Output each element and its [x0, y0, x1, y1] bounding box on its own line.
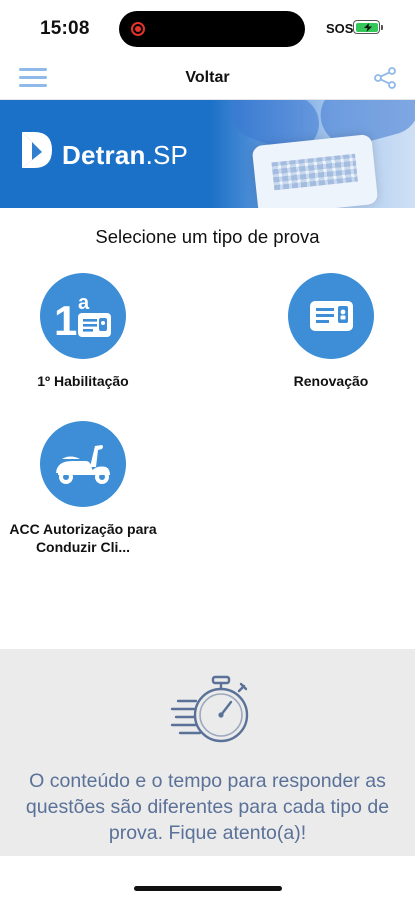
battery-tip	[381, 25, 383, 30]
dynamic-island	[119, 11, 305, 47]
status-time: 15:08	[40, 18, 90, 39]
license-card-icon	[288, 273, 374, 359]
carrier-status: SOS	[326, 21, 354, 36]
back-button[interactable]: Voltar	[0, 69, 415, 87]
exam-type-first-license[interactable]: 1 a 1º Habilitação	[0, 273, 168, 390]
section-title: Selecione um tipo de prova	[95, 226, 320, 247]
detran-logo-text: Detran.SP	[62, 140, 189, 170]
detran-logo-icon	[22, 132, 52, 168]
exam-type-acc[interactable]: ACC Autorização para Conduzir Cli...	[0, 421, 168, 556]
navigation-bar: Voltar	[0, 56, 415, 100]
home-indicator	[134, 886, 282, 891]
info-panel: O conteúdo e o tempo para responder as q…	[0, 649, 415, 856]
banner-photo	[210, 100, 415, 208]
battery-charging-icon	[353, 20, 380, 34]
exam-type-label: ACC Autorização para Conduzir Cli...	[9, 521, 157, 555]
scooter-icon	[40, 421, 126, 507]
status-bar: 15:08 SOS	[0, 0, 415, 56]
info-message: O conteúdo e o tempo para responder as q…	[25, 770, 390, 844]
stopwatch-icon	[170, 675, 249, 743]
first-license-card-icon: 1 a	[40, 273, 126, 359]
svg-text:1: 1	[54, 297, 77, 344]
record-indicator-icon	[131, 22, 145, 36]
share-icon[interactable]	[373, 66, 397, 90]
exam-type-label: 1º Habilitação	[37, 373, 129, 389]
exam-type-label: Renovação	[293, 373, 369, 389]
svg-text:a: a	[78, 292, 90, 314]
exam-type-renewal[interactable]: Renovação	[246, 273, 415, 390]
